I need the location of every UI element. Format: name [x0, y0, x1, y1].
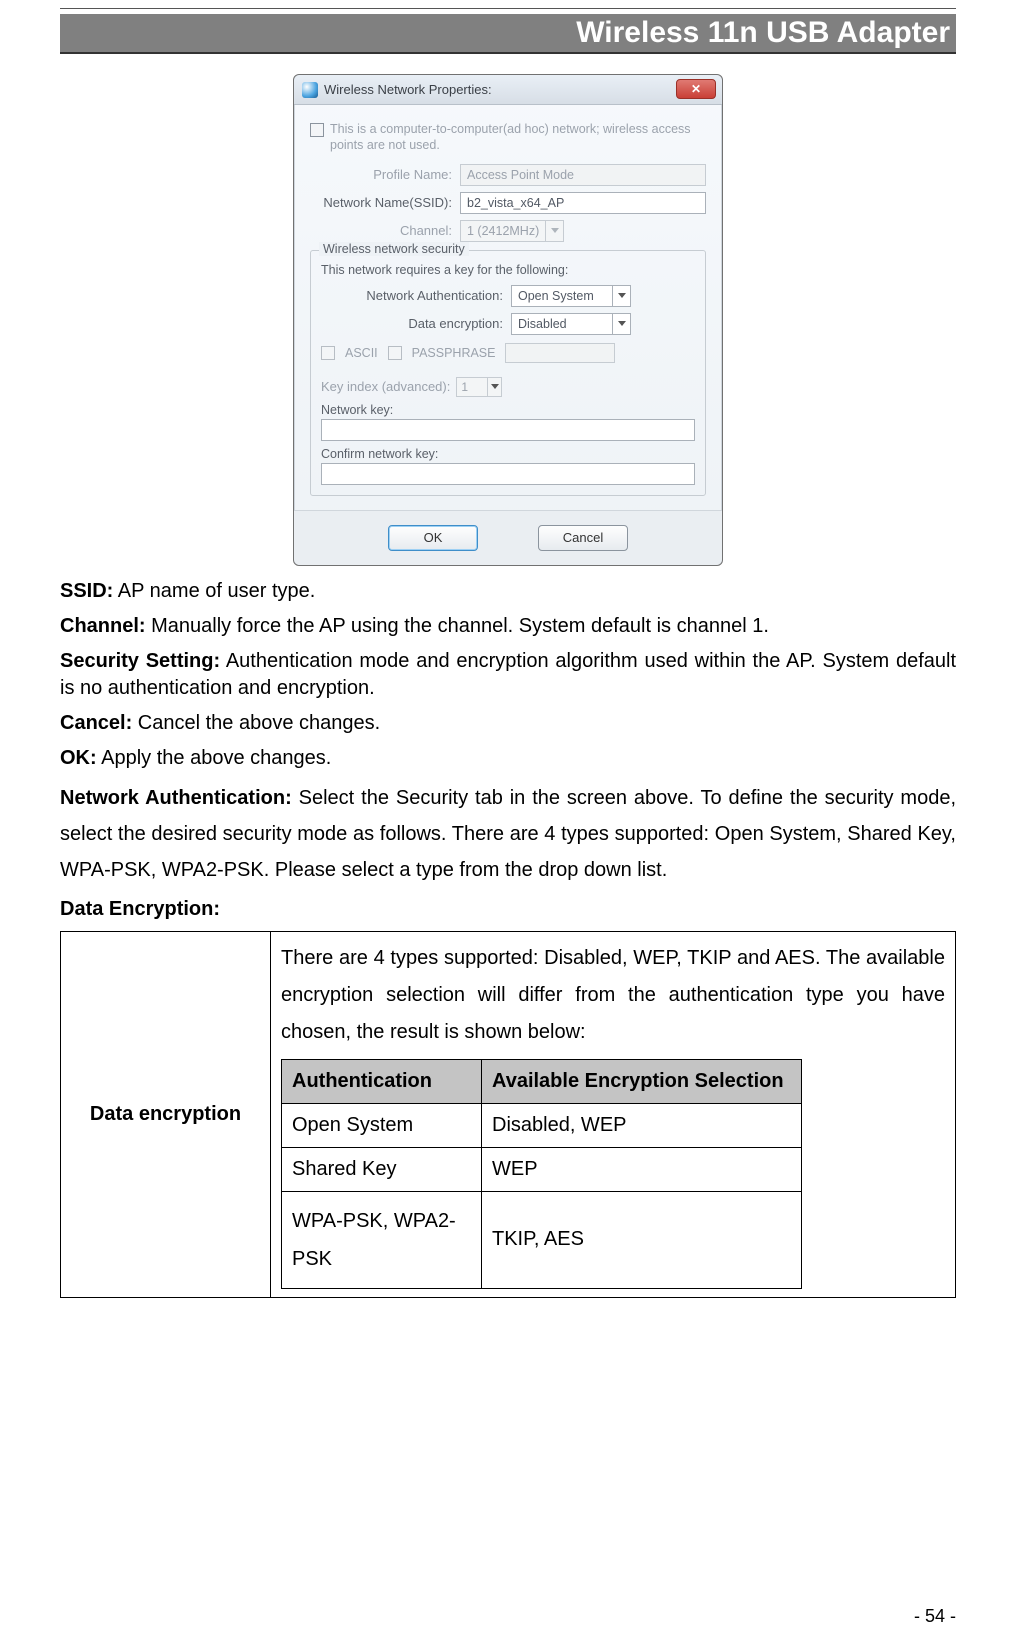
encryption-outer-table: Data encryption There are 4 types suppor… [60, 931, 956, 1298]
key-index-value: 1 [457, 380, 487, 394]
channel-label: Channel: [310, 223, 460, 238]
cancel-text: Cancel the above changes. [132, 712, 380, 734]
na-bold: Network Authentication: [60, 787, 292, 809]
inner-th-enc: Available Encryption Selection [482, 1059, 802, 1103]
ok-button-label: OK [424, 530, 443, 545]
ssid-text: AP name of user type. [113, 580, 315, 602]
table-row: Open System Disabled, WEP [282, 1103, 802, 1147]
network-auth-paragraph: Network Authentication: Select the Secur… [60, 780, 956, 888]
ssid-paragraph: SSID: AP name of user type. [60, 578, 956, 605]
security-paragraph: Security Setting: Authentication mode an… [60, 648, 956, 702]
dialog-app-icon [302, 82, 318, 98]
cell-auth: Shared Key [282, 1147, 482, 1191]
de-bold: Data Encryption: [60, 898, 220, 920]
profile-name-label: Profile Name: [310, 167, 460, 182]
ssid-bold: SSID: [60, 580, 113, 602]
ascii-label: ASCII [345, 346, 378, 360]
auth-combo[interactable]: Open System [511, 285, 631, 307]
cancel-button[interactable]: Cancel [538, 525, 628, 551]
cancel-bold: Cancel: [60, 712, 132, 734]
ssid-label: Network Name(SSID): [310, 195, 460, 210]
network-key-label: Network key: [321, 403, 695, 417]
wireless-properties-dialog: Wireless Network Properties: ✕ This is a… [293, 74, 723, 566]
ok-paragraph: OK: Apply the above changes. [60, 745, 956, 772]
table-row: Shared Key WEP [282, 1147, 802, 1191]
ssid-input[interactable]: b2_vista_x64_AP [460, 192, 706, 214]
security-groupbox: Wireless network security This network r… [310, 250, 706, 496]
channel-combo: 1 (2412MHz) [460, 220, 564, 242]
header-title: Wireless 11n USB Adapter [576, 16, 950, 49]
cancel-button-label: Cancel [563, 530, 603, 545]
channel-bold: Channel: [60, 615, 146, 637]
close-icon: ✕ [691, 82, 701, 96]
close-button[interactable]: ✕ [676, 79, 716, 99]
page-number: - 54 - [914, 1606, 956, 1627]
encryption-cell: There are 4 types supported: Disabled, W… [271, 931, 956, 1297]
passphrase-label: PASSPHRASE [412, 346, 496, 360]
encryption-label: Data encryption: [321, 316, 511, 331]
encryption-inner-table: Authentication Available Encryption Sele… [281, 1059, 802, 1289]
security-group-label: Wireless network security [319, 242, 469, 256]
ok-button[interactable]: OK [388, 525, 478, 551]
dialog-screenshot: Wireless Network Properties: ✕ This is a… [60, 74, 956, 566]
security-group-sub: This network requires a key for the foll… [321, 263, 695, 277]
ok-text: Apply the above changes. [97, 747, 332, 769]
dialog-titlebar: Wireless Network Properties: ✕ [294, 75, 722, 105]
encryption-value: Disabled [512, 317, 612, 331]
security-bold: Security Setting: [60, 650, 220, 672]
ok-bold: OK: [60, 747, 97, 769]
ssid-value: b2_vista_x64_AP [467, 196, 564, 210]
confirm-key-label: Confirm network key: [321, 447, 695, 461]
cell-auth: WPA-PSK, WPA2-PSK [282, 1191, 482, 1288]
profile-name-value: Access Point Mode [467, 168, 574, 182]
cell-enc: WEP [482, 1147, 802, 1191]
chevron-down-icon [487, 378, 501, 396]
encryption-combo[interactable]: Disabled [511, 313, 631, 335]
ascii-checkbox[interactable] [321, 346, 335, 360]
chevron-down-icon[interactable] [612, 314, 630, 334]
encryption-description: There are 4 types supported: Disabled, W… [281, 940, 945, 1051]
key-index-label: Key index (advanced): [321, 379, 456, 394]
channel-value: 1 (2412MHz) [461, 224, 545, 238]
cancel-paragraph: Cancel: Cancel the above changes. [60, 710, 956, 737]
cell-auth: Open System [282, 1103, 482, 1147]
adhoc-label: This is a computer-to-computer(ad hoc) n… [330, 121, 706, 154]
cell-enc: TKIP, AES [482, 1191, 802, 1288]
chevron-down-icon[interactable] [612, 286, 630, 306]
key-index-combo: 1 [456, 377, 502, 397]
table-row: WPA-PSK, WPA2-PSK TKIP, AES [282, 1191, 802, 1288]
inner-th-auth: Authentication [282, 1059, 482, 1103]
cell-enc: Disabled, WEP [482, 1103, 802, 1147]
network-key-input[interactable] [321, 419, 695, 441]
encryption-side-label: Data encryption [61, 931, 271, 1297]
adhoc-checkbox[interactable] [310, 123, 324, 137]
auth-value: Open System [512, 289, 612, 303]
profile-name-input: Access Point Mode [460, 164, 706, 186]
auth-label: Network Authentication: [321, 288, 511, 303]
dialog-title: Wireless Network Properties: [324, 82, 492, 97]
channel-paragraph: Channel: Manually force the AP using the… [60, 613, 956, 640]
chevron-down-icon [545, 221, 563, 241]
channel-text: Manually force the AP using the channel.… [146, 615, 769, 637]
passphrase-checkbox[interactable] [388, 346, 402, 360]
data-encryption-heading: Data Encryption: [60, 896, 956, 923]
confirm-key-input[interactable] [321, 463, 695, 485]
page-header: Wireless 11n USB Adapter [60, 14, 956, 54]
passphrase-input [505, 343, 615, 363]
